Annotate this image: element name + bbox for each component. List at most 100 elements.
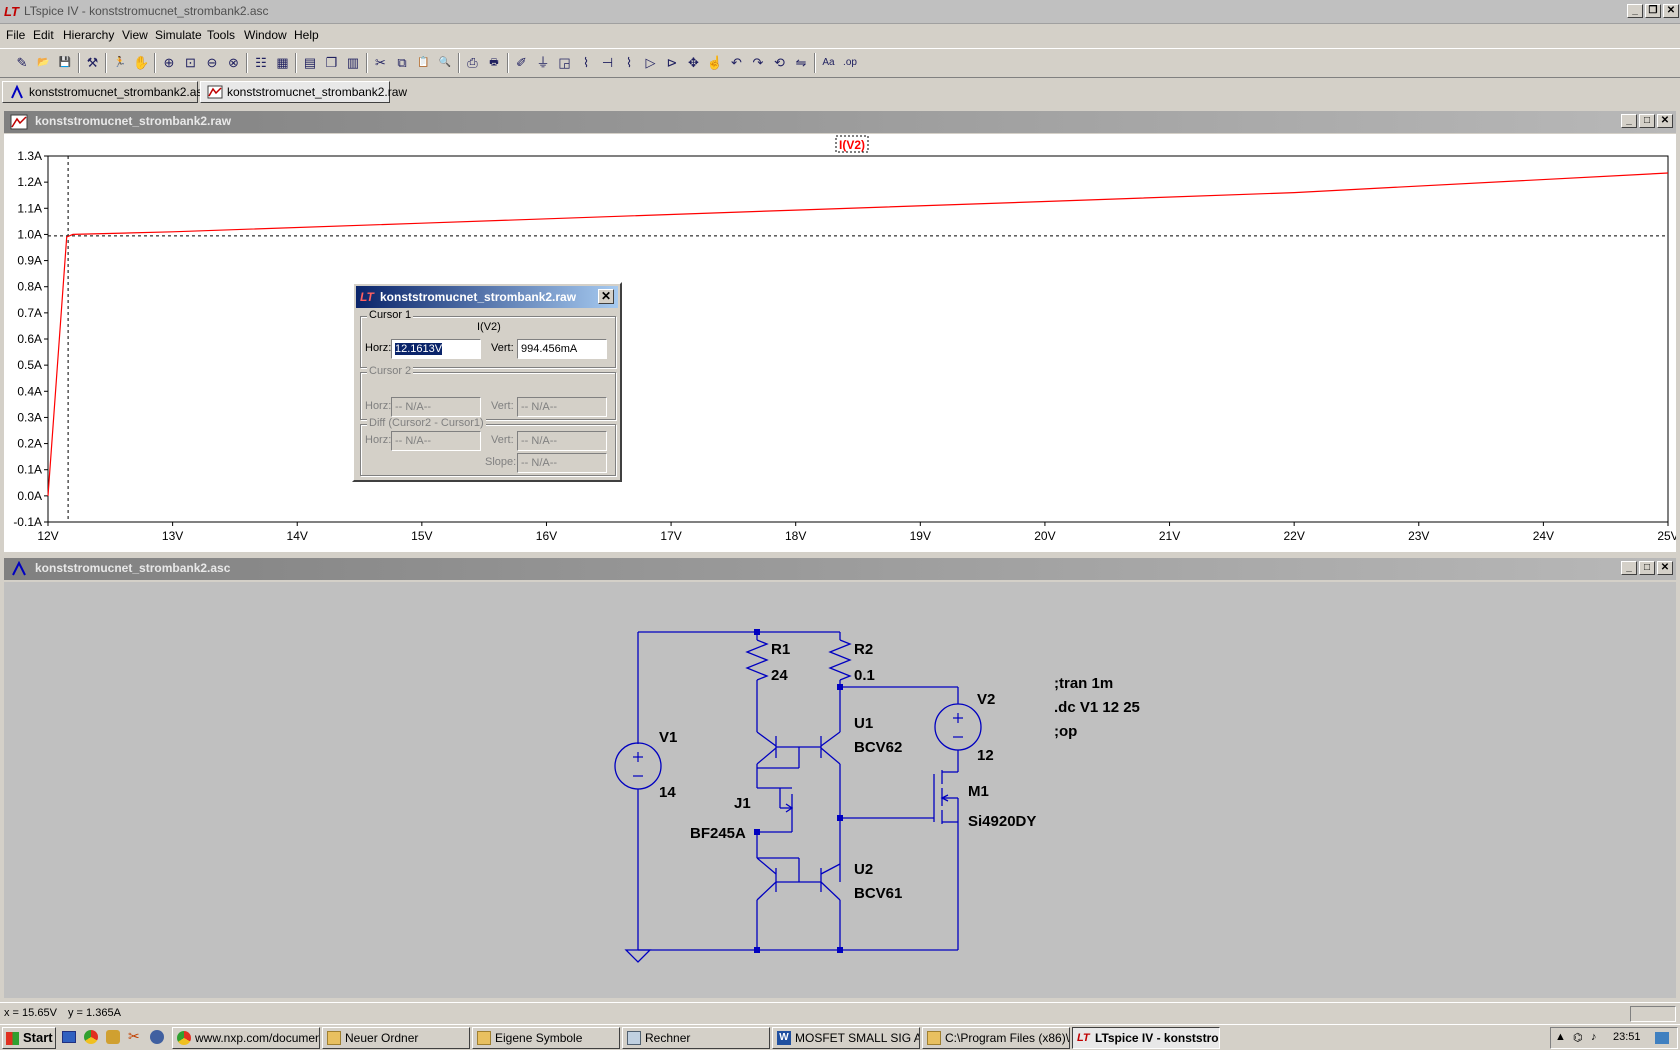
u1-emitter-right[interactable] bbox=[820, 731, 841, 747]
plot-close-button[interactable]: ✕ bbox=[1657, 114, 1673, 128]
find-icon[interactable]: 🔍 bbox=[435, 53, 455, 73]
zoom-area-icon[interactable]: ⊡ bbox=[181, 53, 201, 73]
zoom-fit-icon[interactable]: ⊗ bbox=[224, 53, 244, 73]
label-icon[interactable]: ◲ bbox=[555, 53, 575, 73]
menu-tools[interactable]: Tools bbox=[207, 28, 235, 42]
r2-symbol[interactable] bbox=[828, 639, 852, 681]
menu-simulate[interactable]: Simulate bbox=[155, 28, 202, 42]
menu-view[interactable]: View bbox=[122, 28, 148, 42]
taskbar-item-folder-symbole[interactable]: Eigene Symbole bbox=[472, 1027, 620, 1049]
spice-directive[interactable]: ;op bbox=[1054, 723, 1077, 740]
u1-collector-right[interactable] bbox=[820, 747, 841, 765]
capacitor-icon[interactable]: ⊣ bbox=[598, 53, 618, 73]
schematic-maximize-button[interactable]: □ bbox=[1639, 561, 1655, 575]
control-panel-icon[interactable]: ⚒ bbox=[83, 53, 103, 73]
plot-maximize-button[interactable]: □ bbox=[1639, 114, 1655, 128]
taskbar-item-browser[interactable]: www.nxp.com/document... bbox=[172, 1027, 320, 1049]
u1-emitter-left[interactable] bbox=[756, 731, 777, 747]
v2-name-label[interactable]: V2 bbox=[977, 691, 995, 708]
u2-emitter-left[interactable] bbox=[756, 881, 777, 901]
component-icon[interactable]: ⊳ bbox=[662, 53, 682, 73]
redo-icon[interactable]: ↷ bbox=[748, 53, 768, 73]
resistor-icon[interactable]: ⌇ bbox=[576, 53, 596, 73]
v2-value-label[interactable]: 12 bbox=[977, 747, 994, 764]
v1-name-label[interactable]: V1 bbox=[659, 729, 677, 746]
j1-value-label[interactable]: BF245A bbox=[690, 825, 746, 842]
cursor-dialog-close-button[interactable]: ✕ bbox=[598, 289, 614, 304]
inductor-icon[interactable]: ⌇ bbox=[619, 53, 639, 73]
waveform-chart[interactable]: -0.1A 0.0A 0.1A 0.2A 0.3A 0.4A 0.5A 0.6A 0.7A 0.8… bbox=[4, 134, 1679, 552]
r1-name-label[interactable]: R1 bbox=[771, 641, 790, 658]
save-icon[interactable]: 💾 bbox=[55, 53, 75, 73]
plot-minimize-button[interactable]: _ bbox=[1621, 114, 1637, 128]
spice-directive-icon[interactable]: .op bbox=[840, 53, 860, 73]
taskbar-item-ltspice[interactable]: LT LTspice IV - konststro... bbox=[1072, 1027, 1220, 1049]
u2-name-label[interactable]: U2 bbox=[854, 861, 873, 878]
m1-value-label[interactable]: Si4920DY bbox=[968, 813, 1036, 830]
autorange-icon[interactable]: ☷ bbox=[251, 53, 271, 73]
schematic-minimize-button[interactable]: _ bbox=[1621, 561, 1637, 575]
zoom-in-icon[interactable]: ⊕ bbox=[159, 53, 179, 73]
j1-name-label[interactable]: J1 bbox=[734, 795, 751, 812]
halt-icon[interactable]: ✋ bbox=[132, 53, 152, 73]
ground-icon[interactable]: ⏚ bbox=[533, 53, 553, 73]
r1-value-label[interactable]: 24 bbox=[771, 667, 788, 684]
rotate-icon[interactable]: ⟲ bbox=[770, 53, 790, 73]
tab-schematic[interactable]: konststromucnet_strombank2.asc bbox=[2, 81, 208, 103]
menu-window[interactable]: Window bbox=[244, 28, 287, 42]
cut-icon[interactable]: ✂ bbox=[371, 53, 391, 73]
tile-horizontal-icon[interactable]: ▤ bbox=[300, 53, 320, 73]
minimize-button[interactable]: _ bbox=[1627, 4, 1643, 18]
schematic-drawing[interactable]: R1 24 R2 0.1 V1 14 V2 12 U1 BCV62 U2 BCV… bbox=[4, 582, 1676, 998]
grid-icon[interactable]: ▦ bbox=[273, 53, 293, 73]
taskbar-item-folder-neuer[interactable]: Neuer Ordner bbox=[322, 1027, 470, 1049]
menu-hierarchy[interactable]: Hierarchy bbox=[63, 28, 114, 42]
spice-directive[interactable]: .dc V1 12 25 bbox=[1054, 699, 1140, 716]
move-icon[interactable]: ✥ bbox=[684, 53, 704, 73]
volume-icon[interactable]: ♪ bbox=[1591, 1031, 1597, 1043]
network-icon[interactable]: ⌬ bbox=[1573, 1031, 1583, 1044]
v2-symbol[interactable] bbox=[934, 703, 982, 751]
restore-button[interactable]: ❐ bbox=[1645, 4, 1661, 18]
diode-icon[interactable]: ▷ bbox=[641, 53, 661, 73]
schematic-canvas[interactable]: R1 24 R2 0.1 V1 14 V2 12 U1 BCV62 U2 BCV… bbox=[4, 582, 1676, 998]
cascade-icon[interactable]: ❐ bbox=[322, 53, 342, 73]
wire-icon[interactable]: ✐ bbox=[512, 53, 532, 73]
v1-value-label[interactable]: 14 bbox=[659, 784, 676, 801]
drag-icon[interactable]: ☝ bbox=[705, 53, 725, 73]
menu-file[interactable]: File bbox=[6, 28, 25, 42]
language-icon[interactable] bbox=[1655, 1032, 1669, 1044]
taskbar-item-word[interactable]: W MOSFET SMALL SIG AND... bbox=[772, 1027, 920, 1049]
copy-icon[interactable]: ⧉ bbox=[392, 53, 412, 73]
open-icon[interactable]: 📂 bbox=[34, 53, 54, 73]
cursor1-vert-field[interactable]: 994.456mA bbox=[517, 339, 607, 359]
menu-help[interactable]: Help bbox=[294, 28, 319, 42]
m1-name-label[interactable]: M1 bbox=[968, 783, 989, 800]
start-button[interactable]: Start bbox=[2, 1027, 56, 1049]
u1-value-label[interactable]: BCV62 bbox=[854, 739, 902, 756]
v1-symbol[interactable] bbox=[614, 742, 662, 790]
u2-value-label[interactable]: BCV61 bbox=[854, 885, 902, 902]
print-icon[interactable]: 🖶 bbox=[484, 53, 504, 73]
u2-collector-right[interactable] bbox=[820, 863, 841, 875]
r2-value-label[interactable]: 0.1 bbox=[854, 667, 875, 684]
undo-icon[interactable]: ↶ bbox=[727, 53, 747, 73]
tray-expand-icon[interactable]: ▲ bbox=[1555, 1031, 1566, 1043]
settings-icon[interactable] bbox=[150, 1030, 164, 1044]
taskbar-item-calculator[interactable]: Rechner bbox=[622, 1027, 770, 1049]
u1-collector-left[interactable] bbox=[756, 747, 777, 765]
spice-directive[interactable]: ;tran 1m bbox=[1054, 675, 1113, 692]
mirror-icon[interactable]: ⇋ bbox=[791, 53, 811, 73]
tile-vertical-icon[interactable]: ▥ bbox=[343, 53, 363, 73]
r1-symbol[interactable] bbox=[745, 639, 769, 681]
close-button[interactable]: ✕ bbox=[1663, 4, 1679, 18]
new-schematic-icon[interactable]: ✎ bbox=[12, 53, 32, 73]
u2-collector-left[interactable] bbox=[756, 857, 777, 875]
zoom-out-icon[interactable]: ⊖ bbox=[202, 53, 222, 73]
run-icon[interactable]: 🏃 bbox=[110, 53, 130, 73]
paste-icon[interactable]: 📋 bbox=[414, 53, 434, 73]
u2-emitter-right[interactable] bbox=[820, 881, 841, 901]
menu-edit[interactable]: Edit bbox=[33, 28, 54, 42]
taskbar-item-explorer[interactable]: C:\Program Files (x86)\L... bbox=[922, 1027, 1070, 1049]
quicklaunch-app-icon[interactable] bbox=[106, 1030, 120, 1044]
